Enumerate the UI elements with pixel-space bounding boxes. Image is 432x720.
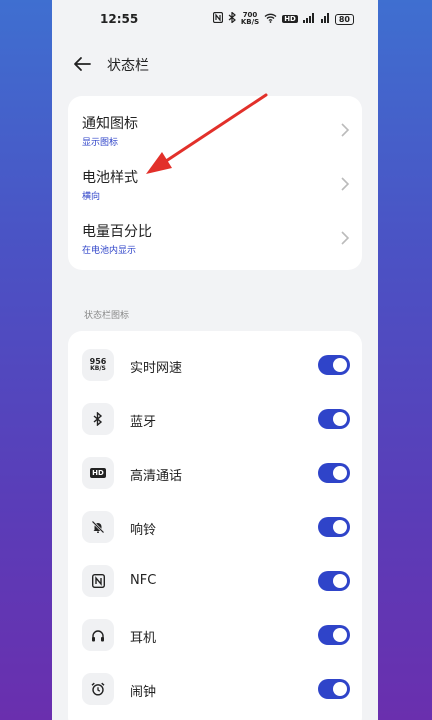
item-label: 高清通话	[130, 469, 183, 484]
alarm-clock-icon	[82, 673, 114, 705]
network-speed-toggle[interactable]	[318, 355, 350, 375]
back-button[interactable]	[70, 52, 94, 76]
icon-row-network-speed: 956 KB/S 实时网速	[68, 339, 362, 393]
speed-unit: KB/S	[240, 18, 260, 26]
bell-muted-icon	[82, 511, 114, 543]
speed-icon-unit: KB/S	[90, 365, 106, 372]
alarm-toggle[interactable]	[318, 679, 350, 699]
chevron-right-icon	[341, 231, 350, 245]
headphones-icon	[82, 619, 114, 651]
status-icons: 700 KB/S HD 80	[212, 11, 354, 26]
phone-screen: 12:55 700 KB/S HD 80 状态栏 通知图标 显示图标 电池样式 …	[52, 0, 378, 720]
icon-row-nfc: NFC	[68, 555, 362, 609]
bluetooth-status-icon	[228, 11, 236, 26]
setting-value: 显示图标	[82, 138, 119, 148]
settings-card: 通知图标 显示图标 电池样式 横向 电量百分比 在电池内显示	[68, 96, 362, 270]
nfc-status-icon	[212, 11, 223, 26]
status-icons-card: 956 KB/S 实时网速 蓝牙 HD 高清通话 响铃 NFC 耳机 闹钟	[68, 331, 362, 720]
status-time: 12:55	[100, 12, 139, 26]
bluetooth-toggle[interactable]	[318, 409, 350, 429]
setting-title: 通知图标	[82, 116, 138, 132]
item-label: NFC	[130, 573, 157, 588]
setting-battery-percentage[interactable]: 电量百分比 在电池内显示	[68, 212, 362, 266]
item-label: 闹钟	[130, 685, 157, 700]
signal2-status-icon	[320, 12, 330, 26]
ringer-toggle[interactable]	[318, 517, 350, 537]
icon-row-headphones: 耳机	[68, 609, 362, 663]
nfc-toggle[interactable]	[318, 571, 350, 591]
setting-value: 横向	[82, 192, 101, 202]
network-speed-status: 700 KB/S	[241, 12, 259, 26]
setting-value: 在电池内显示	[82, 246, 137, 256]
network-speed-icon: 956 KB/S	[82, 349, 114, 381]
chevron-right-icon	[341, 123, 350, 137]
section-title: 状态栏图标	[84, 311, 130, 321]
icon-row-hd-call: HD 高清通话	[68, 447, 362, 501]
icon-row-ringer: 响铃	[68, 501, 362, 555]
icon-row-alarm: 闹钟	[68, 663, 362, 717]
icon-row-bluetooth: 蓝牙	[68, 393, 362, 447]
setting-notification-icons[interactable]: 通知图标 显示图标	[68, 104, 362, 158]
setting-title: 电池样式	[82, 170, 138, 186]
setting-battery-style[interactable]: 电池样式 横向	[68, 158, 362, 212]
item-label: 耳机	[130, 631, 157, 646]
speed-icon-value: 956	[89, 357, 107, 366]
page-title: 状态栏	[107, 58, 149, 74]
page-header: 状态栏	[52, 44, 378, 84]
status-bar: 12:55 700 KB/S HD 80	[52, 0, 378, 38]
signal-status-icon	[302, 12, 316, 26]
hd-status-icon: HD	[282, 15, 298, 23]
item-label: 实时网速	[130, 361, 183, 376]
wifi-status-icon	[264, 13, 277, 26]
bluetooth-icon	[82, 403, 114, 435]
setting-title: 电量百分比	[82, 224, 152, 240]
hd-call-toggle[interactable]	[318, 463, 350, 483]
item-label: 蓝牙	[130, 415, 157, 430]
chevron-right-icon	[341, 177, 350, 191]
nfc-icon	[82, 565, 114, 597]
item-label: 响铃	[130, 523, 157, 538]
hd-call-icon: HD	[82, 457, 114, 489]
battery-status: 80	[334, 13, 354, 25]
back-arrow-icon	[74, 57, 91, 71]
hd-icon-text: HD	[90, 468, 106, 478]
headphones-toggle[interactable]	[318, 625, 350, 645]
